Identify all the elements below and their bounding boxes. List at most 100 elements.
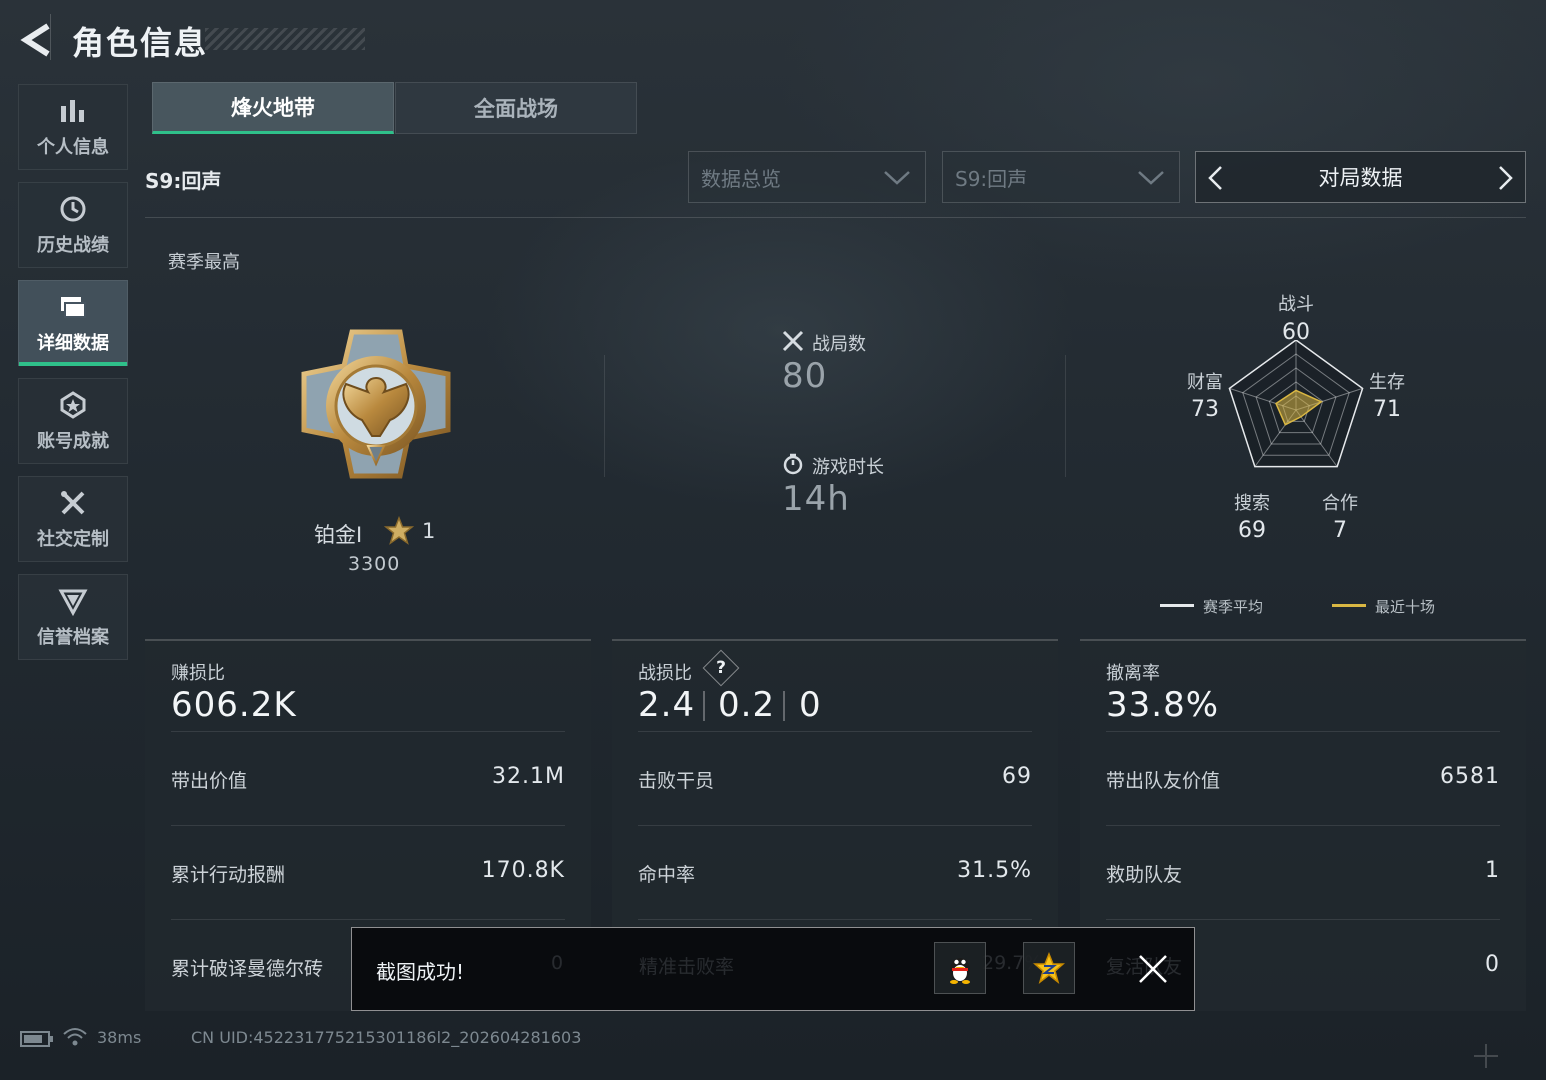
row-value: 31.5% bbox=[957, 858, 1032, 883]
card-main-value: 33.8% bbox=[1106, 685, 1220, 725]
playtime-value: 14h bbox=[782, 479, 850, 519]
legend-recent-swatch bbox=[1332, 604, 1366, 607]
sidebar-item-label: 信誉档案 bbox=[37, 627, 109, 648]
switcher-label: 对局数据 bbox=[1318, 166, 1403, 190]
card-title: 撤离率 bbox=[1106, 663, 1160, 684]
row-divider bbox=[171, 731, 565, 732]
row-divider bbox=[171, 825, 565, 826]
row-label: 带出队友价值 bbox=[1106, 770, 1221, 792]
view-dropdown[interactable]: 数据总览 bbox=[688, 151, 926, 203]
sidebar-item-achievements[interactable]: 账号成就 bbox=[18, 378, 128, 464]
row-divider bbox=[638, 919, 1032, 920]
battery-icon bbox=[20, 1030, 54, 1052]
share-qzone-button[interactable] bbox=[1023, 942, 1075, 994]
row-divider bbox=[171, 919, 565, 920]
chevron-down-icon bbox=[883, 166, 911, 193]
season-label: S9:回声 bbox=[145, 169, 222, 193]
view-dropdown-value: 数据总览 bbox=[701, 166, 781, 191]
obscured-label: 精准击败率 bbox=[639, 956, 735, 978]
corner-plus-icon bbox=[1472, 1042, 1500, 1074]
row-value: 0 bbox=[1485, 952, 1500, 977]
rank-score: 3300 bbox=[348, 553, 401, 575]
chevron-left-icon[interactable] bbox=[1206, 164, 1226, 197]
rank-name: 铂金Ⅰ bbox=[314, 523, 363, 547]
sidebar-item-label: 账号成就 bbox=[37, 431, 109, 452]
radar-label-cooperation: 合作 bbox=[1322, 493, 1358, 514]
row-label: 救助队友 bbox=[1106, 864, 1183, 886]
row-value: 69 bbox=[1002, 764, 1032, 789]
matches-label: 战局数 bbox=[812, 334, 866, 355]
sidebar-item-credit[interactable]: 信誉档案 bbox=[18, 574, 128, 660]
close-icon[interactable] bbox=[1136, 952, 1170, 990]
data-type-switcher: 对局数据 bbox=[1195, 151, 1526, 203]
section-divider bbox=[145, 217, 1526, 218]
ping-value: 38ms bbox=[97, 1028, 142, 1047]
chevron-right-icon[interactable] bbox=[1495, 164, 1515, 197]
row-value: 1 bbox=[1485, 858, 1500, 883]
kd-value-2: 0.2 bbox=[718, 685, 776, 725]
star-icon bbox=[383, 515, 415, 550]
playtime-label: 游戏时长 bbox=[812, 457, 884, 478]
row-label: 击败干员 bbox=[638, 770, 715, 792]
title-decoration bbox=[205, 28, 365, 50]
rank-star-count: 1 bbox=[422, 519, 436, 543]
row-label: 累计破译曼德尔砖 bbox=[171, 958, 324, 980]
toast-message: 截图成功! bbox=[376, 960, 465, 984]
back-arrow-icon[interactable] bbox=[18, 20, 54, 60]
header-divider bbox=[50, 14, 51, 60]
screenshot-toast: 截图成功! 0 精准击败率 29.7% 复活队友 bbox=[351, 927, 1195, 1011]
wifi-icon bbox=[62, 1026, 88, 1052]
sidebar-item-detailed-data[interactable]: 详细数据 bbox=[18, 280, 128, 366]
page-title: 角色信息 bbox=[72, 24, 209, 62]
crossed-swords-icon bbox=[782, 330, 804, 356]
radar-value-search: 69 bbox=[1238, 518, 1266, 543]
row-label: 带出价值 bbox=[171, 770, 248, 792]
value-separator bbox=[703, 691, 705, 721]
radar-value-survival: 71 bbox=[1373, 397, 1401, 422]
season-dropdown[interactable]: S9:回声 bbox=[942, 151, 1180, 203]
tab-full-battlefield[interactable]: 全面战场 bbox=[395, 82, 637, 134]
radar-value-cooperation: 7 bbox=[1333, 518, 1347, 543]
rank-emblem-icon bbox=[298, 326, 454, 486]
row-value: 6581 bbox=[1440, 764, 1500, 789]
shield-badge-icon bbox=[57, 585, 89, 617]
qzone-star-icon bbox=[1033, 952, 1065, 984]
card-main-value: 606.2K bbox=[171, 685, 297, 725]
stopwatch-icon bbox=[782, 453, 804, 479]
uid-text: CN UID:452231775215301186l2_202604281603 bbox=[191, 1028, 582, 1047]
season-dropdown-value: S9:回声 bbox=[955, 166, 1028, 191]
help-icon-glyph: ? bbox=[716, 658, 726, 678]
radar-value-wealth: 73 bbox=[1191, 397, 1219, 422]
achievement-icon bbox=[57, 389, 89, 421]
share-qq-button[interactable] bbox=[934, 942, 986, 994]
row-label: 命中率 bbox=[638, 864, 696, 886]
radar-label-combat: 战斗 bbox=[1278, 294, 1314, 315]
history-clock-icon bbox=[57, 193, 89, 225]
value-separator bbox=[783, 691, 785, 721]
card-title: 赚损比 bbox=[171, 663, 225, 684]
column-divider bbox=[1065, 355, 1066, 477]
radar-label-wealth: 财富 bbox=[1187, 372, 1223, 393]
obscured-value: 0 bbox=[551, 952, 564, 974]
bar-chart-icon bbox=[57, 95, 89, 127]
season-peak-label: 赛季最高 bbox=[168, 252, 240, 273]
legend-season-swatch bbox=[1160, 604, 1194, 607]
folder-icon bbox=[57, 291, 89, 323]
row-label: 累计行动报酬 bbox=[171, 864, 286, 886]
sidebar-item-personal-info[interactable]: 个人信息 bbox=[18, 84, 128, 170]
kd-value-1: 2.4 bbox=[638, 685, 696, 725]
row-divider bbox=[1106, 919, 1500, 920]
card-title: 战损比 bbox=[638, 663, 692, 684]
sidebar-item-label: 个人信息 bbox=[37, 137, 109, 158]
kd-value-3: 0 bbox=[799, 685, 822, 725]
sidebar-item-label: 历史战绩 bbox=[37, 235, 109, 256]
row-divider bbox=[1106, 825, 1500, 826]
legend-season-avg: 赛季平均 bbox=[1203, 598, 1264, 616]
radar-value-combat: 60 bbox=[1282, 320, 1310, 345]
matches-value: 80 bbox=[782, 356, 828, 396]
radar-label-search: 搜索 bbox=[1234, 493, 1270, 514]
row-value: 32.1M bbox=[492, 764, 565, 789]
sidebar-item-social[interactable]: 社交定制 bbox=[18, 476, 128, 562]
sidebar-item-history[interactable]: 历史战绩 bbox=[18, 182, 128, 268]
tab-fenghuo-zone[interactable]: 烽火地带 bbox=[152, 82, 394, 134]
